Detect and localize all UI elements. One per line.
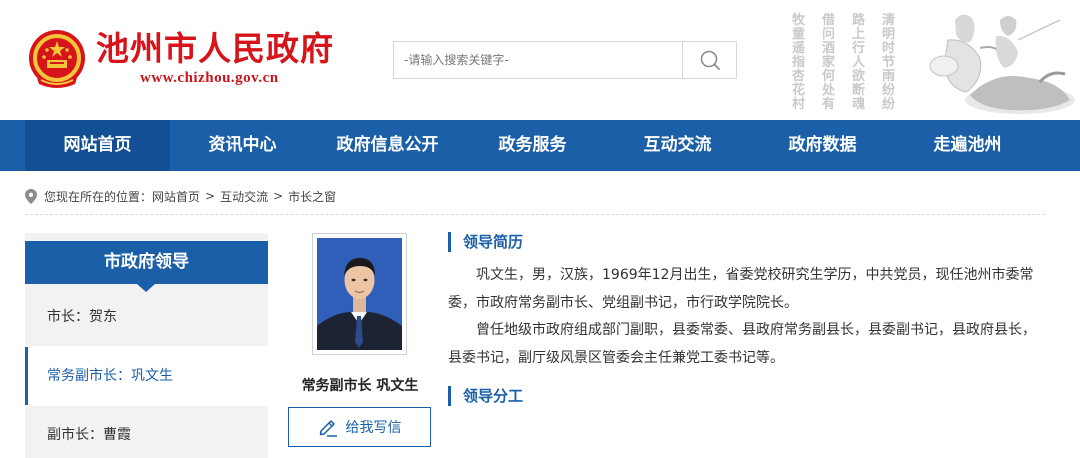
sidebar-item-vice-mayor[interactable]: 副市长：曹霞 [25, 406, 268, 458]
breadcrumb-link-mayor-window[interactable]: 市长之窗 [288, 188, 336, 205]
nav-item-info-disclosure[interactable]: 政府信息公开 [315, 120, 460, 171]
portrait-image [317, 238, 402, 350]
duty-section-title: 领导分工 [448, 386, 523, 406]
search-icon [700, 50, 720, 70]
resume-paragraph: 曾任地级市政府组成部门副职，县委常委、县政府常务副县长，县委副书记，县政府县长，… [448, 322, 1036, 366]
nav-item-home[interactable]: 网站首页 [25, 120, 170, 171]
poem-column: 借问酒家何处有 [822, 13, 836, 112]
pencil-icon [319, 420, 337, 437]
person-caption: 常务副市长 巩文生 [301, 378, 419, 394]
nav-item-interaction[interactable]: 互动交流 [605, 120, 750, 171]
resume-paragraph: 巩文生，男，汉族，1969年12月出生，省委党校研究生学历，中共党员，现任池州市… [448, 267, 1034, 311]
sidebar: 市政府领导 市长：贺东 常务副市长：巩文生 副市长：曹霞 [25, 233, 268, 458]
national-emblem-icon [29, 30, 85, 88]
breadcrumb-link-home[interactable]: 网站首页 [152, 188, 200, 205]
nav-item-tour[interactable]: 走遍池州 [895, 120, 1040, 171]
poem-column: 牧童遥指杏花村 [792, 13, 806, 112]
nav-item-data[interactable]: 政府数据 [750, 120, 895, 171]
resume-text: 巩文生，男，汉族，1969年12月出生，省委党校研究生学历，中共党员，现任池州市… [448, 262, 1048, 372]
write-letter-button[interactable]: 给我写信 [288, 407, 431, 447]
search-button[interactable] [682, 42, 736, 78]
portrait-frame [312, 233, 407, 355]
sidebar-item-mayor[interactable]: 市长：贺东 [25, 288, 268, 346]
breadcrumb-separator: > [273, 189, 284, 203]
site-header: 池州市人民政府 www.chizhou.gov.cn 清明时节雨纷纷 路上行人欲… [0, 0, 1080, 120]
nav-item-services[interactable]: 政务服务 [460, 120, 605, 171]
poem-column: 清明时节雨纷纷 [882, 13, 896, 112]
write-letter-label: 给我写信 [345, 420, 402, 436]
breadcrumb-prefix: 您现在所在的位置： [44, 189, 153, 204]
sidebar-title: 市政府领导 [25, 241, 268, 292]
resume-section-title: 领导简历 [448, 232, 523, 252]
search-box [393, 41, 737, 79]
breadcrumb: 您现在所在的位置： 网站首页 > 互动交流 > 市长之窗 [25, 186, 336, 206]
sidebar-item-executive-vice-mayor[interactable]: 常务副市长：巩文生 [25, 347, 268, 405]
main-nav: 网站首页 资讯中心 政府信息公开 政务服务 互动交流 政府数据 走遍池州 [0, 120, 1080, 171]
breadcrumb-link-interaction[interactable]: 互动交流 [220, 188, 268, 205]
poem-column: 路上行人欲断魂 [852, 13, 866, 112]
nav-item-news[interactable]: 资讯中心 [170, 120, 315, 171]
search-input[interactable] [394, 42, 684, 78]
breadcrumb-separator: > [205, 189, 216, 203]
site-url[interactable]: www.chizhou.gov.cn [140, 70, 279, 87]
location-pin-icon [25, 188, 37, 204]
header-ink-painting [929, 14, 1075, 114]
site-title[interactable]: 池州市人民政府 [96, 27, 334, 71]
divider [25, 214, 1045, 215]
portrait-photo [317, 238, 402, 350]
